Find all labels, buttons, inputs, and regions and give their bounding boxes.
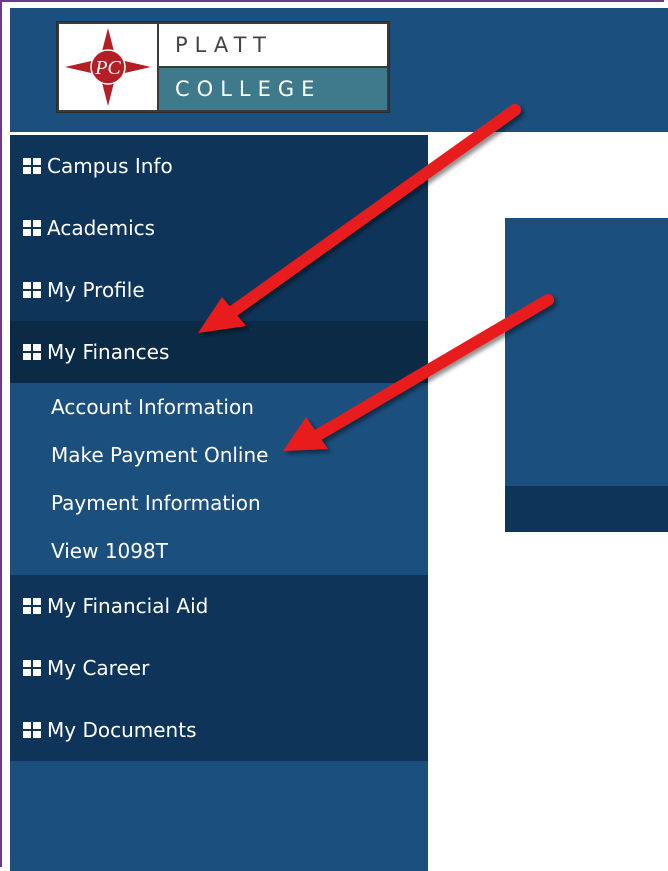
grid-icon — [23, 722, 41, 738]
submenu-item-account-information[interactable]: Account Information — [10, 383, 428, 431]
logo-emblem: PC — [59, 24, 157, 110]
sidebar-item-campus-info[interactable]: Campus Info — [10, 135, 428, 197]
content-panel — [505, 218, 668, 532]
sidebar-item-my-documents[interactable]: My Documents — [10, 699, 428, 761]
submenu-item-make-payment-online[interactable]: Make Payment Online — [10, 431, 428, 479]
sidebar-item-label: Campus Info — [47, 154, 173, 178]
submenu-item-view-1098t[interactable]: View 1098T — [10, 527, 428, 575]
sidebar-item-my-financial-aid[interactable]: My Financial Aid — [10, 575, 428, 637]
submenu-item-payment-information[interactable]: Payment Information — [10, 479, 428, 527]
grid-icon — [23, 158, 41, 174]
sidebar-item-academics[interactable]: Academics — [10, 197, 428, 259]
logo-monogram: PC — [94, 57, 121, 79]
grid-icon — [23, 220, 41, 236]
finances-submenu: Account Information Make Payment Online … — [10, 383, 428, 575]
content-panel-footer — [505, 486, 668, 532]
platt-college-logo[interactable]: PC PLATT COLLEGE — [56, 21, 390, 113]
grid-icon — [23, 344, 41, 360]
sidebar-nav: Campus Info Academics My Profile My Fina… — [10, 135, 428, 871]
logo-text-college: COLLEGE — [159, 68, 387, 110]
grid-icon — [23, 282, 41, 298]
sidebar-item-my-finances[interactable]: My Finances — [10, 321, 428, 383]
sidebar-item-label: My Profile — [47, 278, 145, 302]
sidebar-item-my-profile[interactable]: My Profile — [10, 259, 428, 321]
site-header: PC PLATT COLLEGE — [10, 8, 668, 132]
sidebar-item-my-career[interactable]: My Career — [10, 637, 428, 699]
sidebar-item-label: My Financial Aid — [47, 594, 209, 618]
star-emblem-icon: PC — [65, 28, 151, 106]
sidebar-item-label: My Finances — [47, 340, 170, 364]
grid-icon — [23, 660, 41, 676]
grid-icon — [23, 598, 41, 614]
sidebar-item-label: Academics — [47, 216, 156, 240]
sidebar-item-label: My Career — [47, 656, 150, 680]
logo-text-platt: PLATT — [159, 24, 387, 66]
sidebar-item-label: My Documents — [47, 718, 197, 742]
